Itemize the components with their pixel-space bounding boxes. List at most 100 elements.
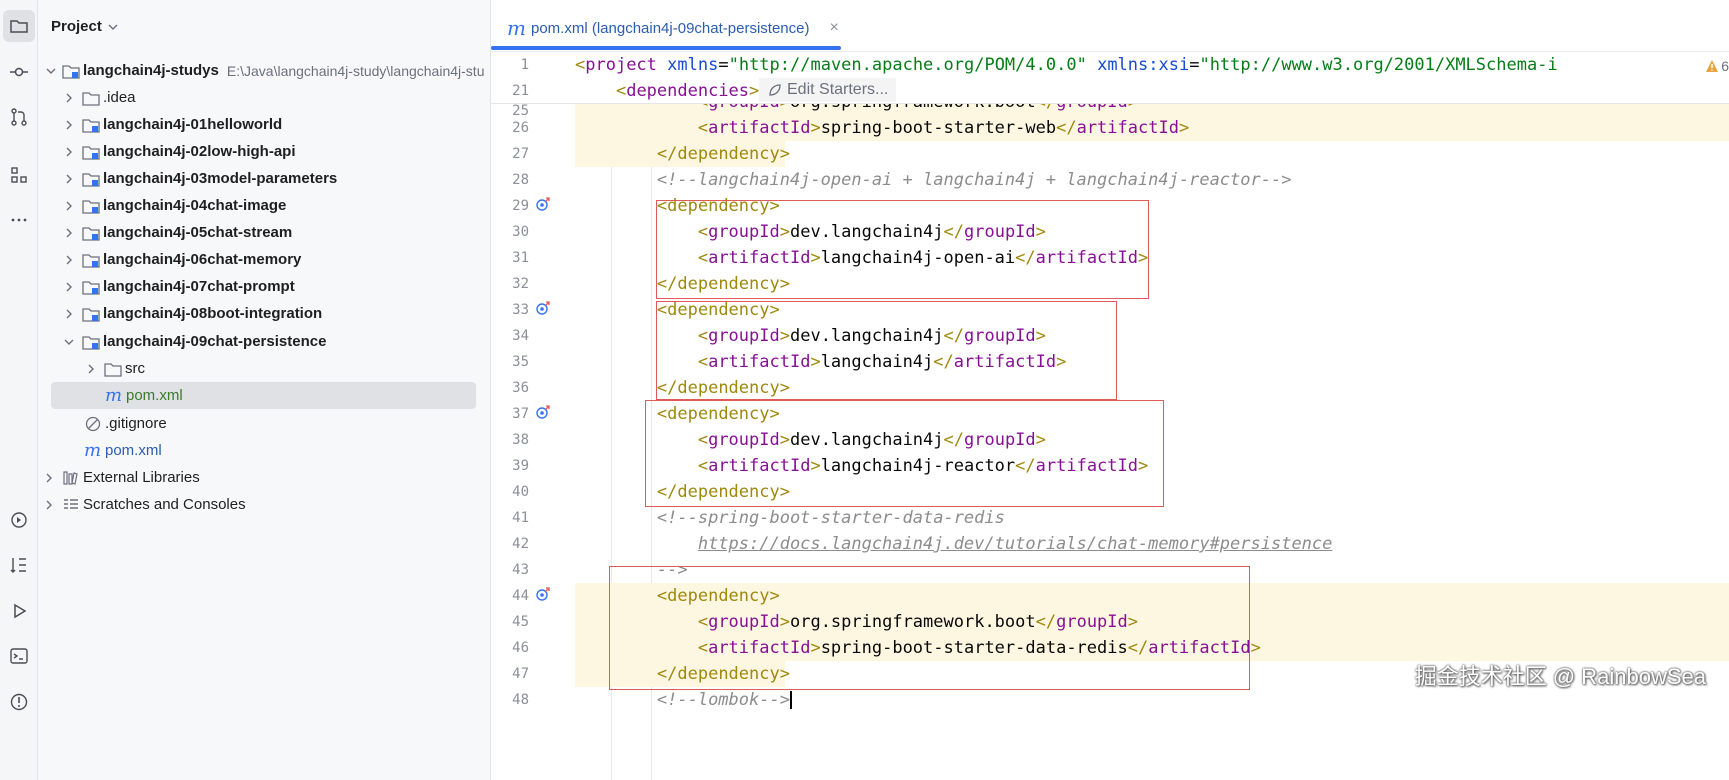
line-number: 27: [512, 146, 529, 162]
chevron-right-icon: [66, 93, 72, 102]
tree-item-label: .gitignore: [105, 415, 167, 432]
code-line: <project xmlns="http://maven.apache.org/…: [575, 55, 1558, 75]
tab-pom-xml[interactable]: m pom.xml (langchain4j-09chat-persistenc…: [491, 8, 841, 48]
tool-window-strip: [0, 0, 38, 780]
chevron-right-icon: [46, 473, 52, 482]
line-number: 48: [512, 692, 529, 708]
line-number: 44: [512, 588, 529, 604]
structure-icon[interactable]: [3, 159, 35, 191]
editor-tab-bar: m pom.xml (langchain4j-09chat-persistenc…: [491, 0, 1729, 52]
chevron-right-icon: [66, 120, 72, 129]
line-number: 34: [512, 328, 529, 344]
module-folder-icon: [82, 172, 100, 187]
project-panel: Project langchain4j-studys E:\Java\langc…: [38, 0, 491, 780]
tree-item-external-libraries[interactable]: External Libraries: [38, 464, 490, 491]
tree-item-module-03[interactable]: langchain4j-03model-parameters: [38, 165, 490, 192]
tree-item-module-05[interactable]: langchain4j-05chat-stream: [38, 219, 490, 246]
text-cursor: [789, 691, 792, 709]
run-icon[interactable]: [3, 595, 35, 627]
services-icon[interactable]: [3, 504, 35, 536]
annotation-box: [656, 301, 1117, 400]
docs-link[interactable]: https://docs.langchain4j.dev/tutorials/c…: [698, 534, 1333, 554]
tree-item-idea[interactable]: .idea: [38, 84, 490, 111]
project-title: Project: [51, 18, 102, 35]
tree-item-label: langchain4j-09chat-persistence: [103, 333, 327, 350]
line-number: 26: [512, 120, 529, 136]
tree-item-module-09[interactable]: langchain4j-09chat-persistence: [38, 328, 490, 355]
module-folder-icon: [82, 335, 100, 350]
tree-item-gitignore[interactable]: .gitignore: [38, 410, 490, 437]
tree-item-label: langchain4j-05chat-stream: [103, 224, 293, 241]
folder-icon: [104, 362, 122, 377]
maven-icon: m: [84, 439, 102, 461]
line-number: 42: [512, 536, 529, 552]
line-number: 29: [512, 198, 529, 214]
tree-item-module-08[interactable]: langchain4j-08boot-integration: [38, 300, 490, 327]
commit-icon[interactable]: [3, 56, 35, 88]
line-number: 47: [512, 666, 529, 682]
line-number: 43: [512, 562, 529, 578]
project-header[interactable]: Project: [51, 18, 118, 35]
warning-count: 6: [1721, 58, 1729, 74]
code-line: </dependency>: [575, 141, 1729, 167]
folder-icon[interactable]: [3, 10, 35, 42]
navigate-dependency-icon[interactable]: [535, 404, 551, 420]
line-number: 40: [512, 484, 529, 500]
project-path: E:\Java\langchain4j-study\langchain4j-st…: [226, 62, 485, 79]
tree-item-label: langchain4j-02low-high-api: [103, 143, 296, 160]
tree-item-label: pom.xml: [126, 387, 183, 404]
tree-item-src[interactable]: src: [38, 355, 490, 382]
code-line: https://docs.langchain4j.dev/tutorials/c…: [575, 531, 1729, 557]
pull-requests-icon[interactable]: [3, 101, 35, 133]
library-icon: [63, 470, 78, 485]
chevron-down-icon: [64, 339, 74, 345]
tree-item-module-06[interactable]: langchain4j-06chat-memory: [38, 246, 490, 273]
chevron-right-icon: [46, 500, 52, 509]
annotation-box: [609, 566, 1250, 690]
edit-starters-button[interactable]: Edit Starters...: [759, 78, 897, 102]
build-icon[interactable]: [3, 549, 35, 581]
chevron-right-icon: [66, 309, 72, 318]
navigate-dependency-icon[interactable]: [535, 300, 551, 316]
module-folder-icon: [82, 307, 100, 322]
tree-item-module-02[interactable]: langchain4j-02low-high-api: [38, 138, 490, 165]
maven-icon: m: [105, 384, 123, 406]
gutter: 25 26 27 28 29 30 31 32 33 34 35 36 37 3…: [491, 52, 571, 780]
annotation-box: [656, 200, 1149, 299]
warnings-indicator[interactable]: 6: [1701, 58, 1729, 74]
close-icon[interactable]: ×: [829, 19, 838, 37]
chevron-down-icon: [108, 24, 118, 30]
line-number: 30: [512, 224, 529, 240]
line-number: 32: [512, 276, 529, 292]
tree-item-module-07[interactable]: langchain4j-07chat-prompt: [38, 273, 490, 300]
tree-item-label: pom.xml: [105, 442, 162, 459]
tree-item-label: langchain4j-03model-parameters: [103, 170, 338, 187]
navigate-dependency-icon[interactable]: [535, 196, 551, 212]
more-icon[interactable]: [3, 204, 35, 236]
chevron-right-icon: [66, 255, 72, 264]
line-number: 31: [512, 250, 529, 266]
tree-item-scratches[interactable]: Scratches and Consoles: [38, 491, 490, 518]
module-folder-icon: [82, 253, 100, 268]
navigate-dependency-icon[interactable]: [535, 586, 551, 602]
problems-icon[interactable]: [3, 686, 35, 718]
warning-icon: [1706, 60, 1719, 72]
tree-item-label: langchain4j-01helloworld: [103, 116, 283, 133]
code-line: <dependencies>: [615, 81, 760, 101]
line-number: 35: [512, 354, 529, 370]
line-number: 46: [512, 640, 529, 656]
chevron-right-icon: [66, 228, 72, 237]
tree-item-label: langchain4j-08boot-integration: [103, 305, 323, 322]
tree-item-module-pom[interactable]: m pom.xml: [51, 382, 476, 409]
tree-item-module-04[interactable]: langchain4j-04chat-image: [38, 192, 490, 219]
terminal-icon[interactable]: [3, 640, 35, 672]
tree-item-root-pom[interactable]: m pom.xml: [38, 437, 490, 464]
edit-starters-label: Edit Starters...: [787, 81, 889, 98]
chevron-down-icon: [46, 68, 56, 74]
chevron-right-icon: [66, 282, 72, 291]
tree-item-root[interactable]: langchain4j-studys E:\Java\langchain4j-s…: [38, 57, 490, 84]
tree-item-module-01[interactable]: langchain4j-01helloworld: [38, 111, 490, 138]
maven-icon: m: [507, 16, 526, 40]
ignored-file-icon: [85, 416, 101, 431]
module-folder-icon: [82, 199, 100, 214]
